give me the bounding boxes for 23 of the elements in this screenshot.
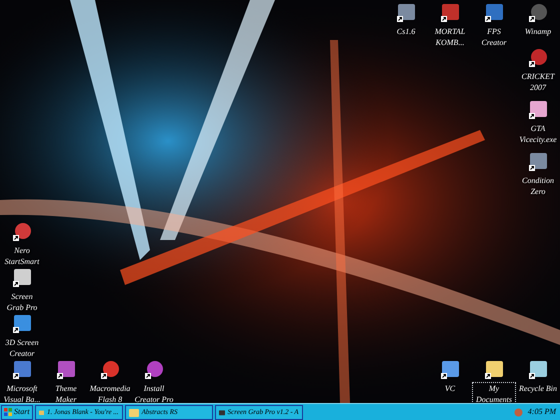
folder-icon [128, 408, 139, 416]
disc-icon [528, 3, 548, 23]
clock: 4:05 PM [526, 406, 558, 418]
desktop-icon-label[interactable]: VC [442, 382, 458, 395]
desktop-icon-label[interactable]: Theme Maker [44, 382, 88, 403]
desktop-icon-label[interactable]: Condition Zero [516, 174, 560, 198]
desktop-icon-label[interactable]: Cs1.6 [394, 25, 418, 38]
desktop-icon-label[interactable]: MORTAL KOMB... [428, 25, 472, 49]
desktop-icon-label[interactable]: Winamp [522, 25, 554, 38]
desktop-icon-label[interactable]: Install Creator Pro [132, 382, 176, 403]
start-button[interactable]: Start [1, 404, 33, 420]
desktop-icon-label[interactable]: Recycle Bin [517, 382, 559, 395]
desktop-icon-label[interactable]: Macromedia Flash 8 [88, 382, 132, 403]
desktop-icon-label[interactable]: 3D Screen Creator [0, 336, 44, 360]
desktop-icon-label[interactable]: GTA Vicecity.exe [516, 122, 560, 146]
windows-logo-icon [4, 408, 12, 416]
desktop-icon-label[interactable]: Nero StartSmart [0, 244, 44, 268]
desktop-icon-label[interactable]: CRICKET 2007 [516, 70, 560, 94]
desktop-icon-label[interactable]: FPS Creator [472, 25, 516, 49]
desktop-icon-label[interactable]: Microsoft Visual Ba... [0, 382, 44, 403]
folder-icon [484, 360, 504, 380]
ball-icon [528, 48, 548, 68]
desktop-icon-label[interactable]: Screen Grab Pro [0, 290, 44, 314]
